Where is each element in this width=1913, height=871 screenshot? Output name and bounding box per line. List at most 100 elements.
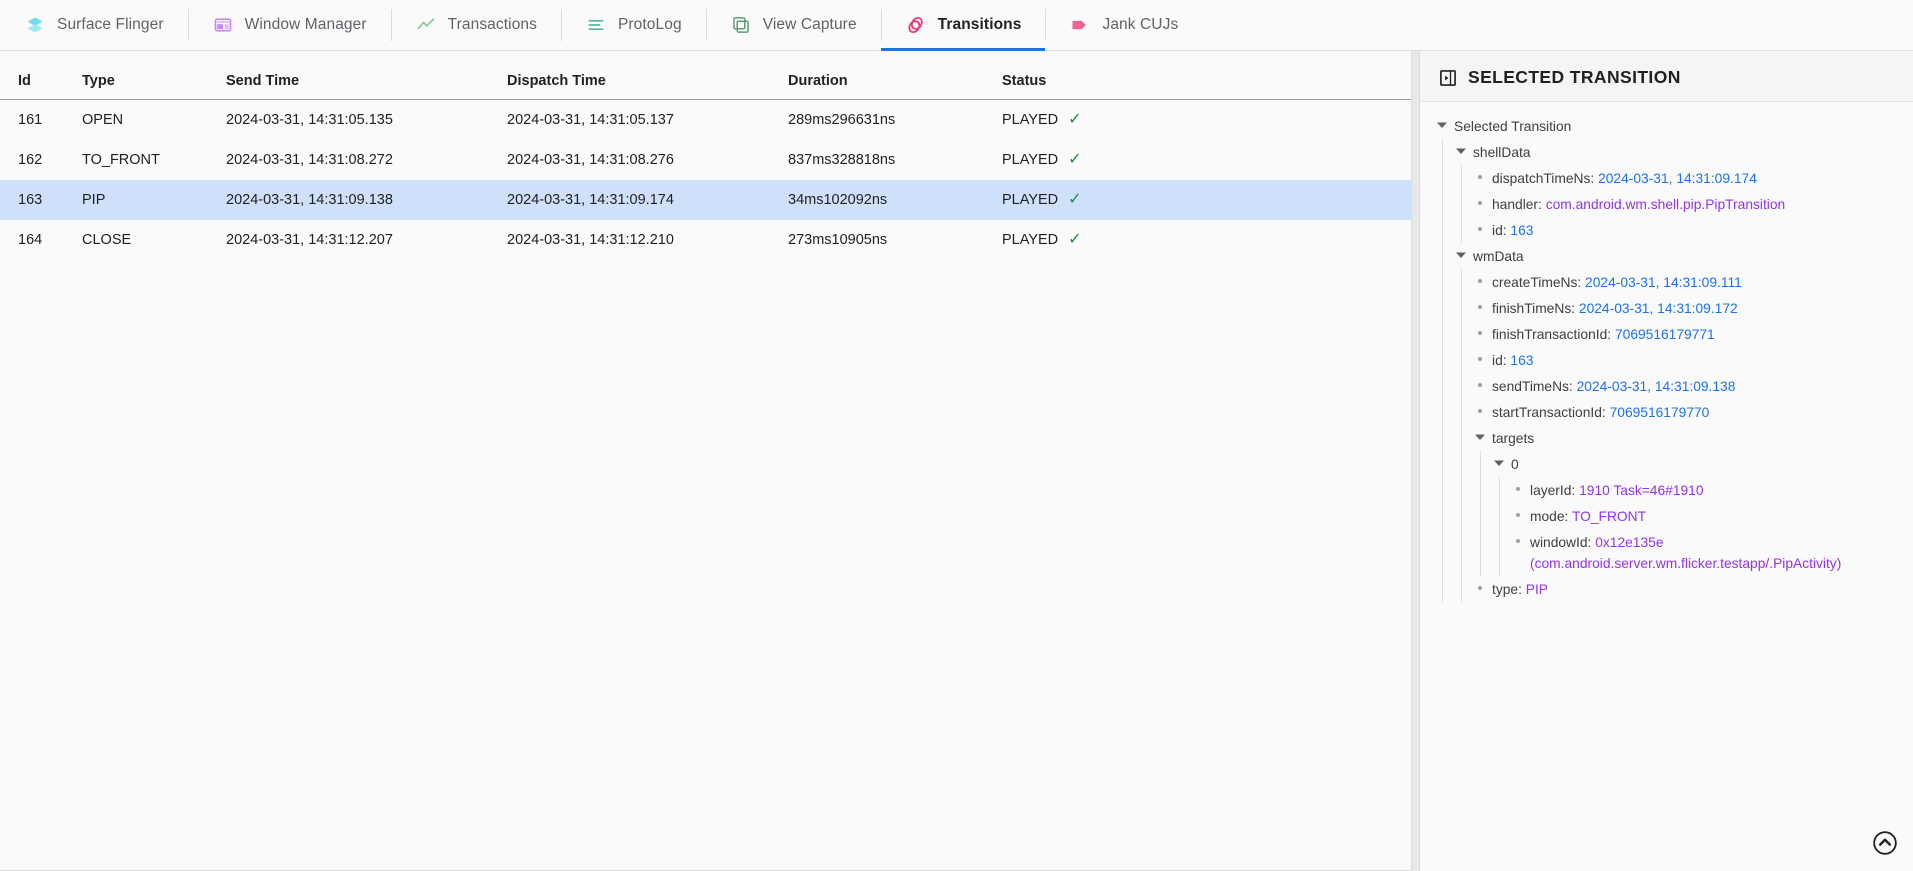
chevron-down-icon[interactable]	[1474, 429, 1486, 446]
tab-label: View Capture	[763, 16, 857, 34]
check-icon: ✓	[1068, 112, 1081, 128]
tab-transactions[interactable]: Transactions	[391, 0, 561, 50]
property-value[interactable]: 2024-03-31, 14:31:09.174	[1598, 171, 1757, 186]
column-header-type[interactable]: Type	[82, 51, 226, 100]
tab-protolog[interactable]: ProtoLog	[561, 0, 706, 50]
property-key: sendTimeNs:	[1492, 379, 1573, 394]
property-key: mode:	[1530, 509, 1568, 524]
property-key: type:	[1492, 582, 1522, 597]
tab-surface-flinger[interactable]: Surface Flinger	[0, 0, 188, 50]
property-value[interactable]: com.android.wm.shell.pip.PipTransition	[1546, 197, 1786, 212]
tree-leaf-starttransactionid[interactable]: startTransactionId: 7069516179770	[1474, 399, 1903, 425]
chevron-down-icon[interactable]	[1493, 455, 1505, 472]
tree-leaf-handler[interactable]: handler: com.android.wm.shell.pip.PipTra…	[1474, 191, 1903, 217]
cell-status: PLAYED ✓	[1002, 140, 1411, 180]
column-header-duration[interactable]: Duration	[788, 51, 1002, 100]
table-body: 161 OPEN 2024-03-31, 14:31:05.135 2024-0…	[0, 100, 1411, 261]
cell-send-time[interactable]: 2024-03-31, 14:31:05.135	[226, 100, 507, 141]
table-row[interactable]: 163 PIP 2024-03-31, 14:31:09.138 2024-03…	[0, 180, 1411, 220]
tree-leaf-layerid[interactable]: layerId: 1910 Task=46#1910	[1512, 477, 1903, 503]
tree-children: createTimeNs: 2024-03-31, 14:31:09.111 f…	[1461, 269, 1903, 602]
tree-leaf-finishtransactionid[interactable]: finishTransactionId: 7069516179771	[1474, 321, 1903, 347]
tab-view-capture[interactable]: View Capture	[706, 0, 881, 50]
property-key: finishTransactionId:	[1492, 327, 1611, 342]
bullet-icon	[1512, 507, 1524, 524]
tree-node-header[interactable]: shellData	[1455, 139, 1903, 165]
tab-label: Transactions	[448, 16, 537, 34]
list-lines-icon	[585, 14, 607, 36]
property-value[interactable]: 2024-03-31, 14:31:09.138	[1577, 379, 1736, 394]
property-value[interactable]: 7069516179770	[1610, 405, 1710, 420]
table-row[interactable]: 162 TO_FRONT 2024-03-31, 14:31:08.272 20…	[0, 140, 1411, 180]
property-value[interactable]: 163	[1510, 353, 1533, 368]
table-row[interactable]: 161 OPEN 2024-03-31, 14:31:05.135 2024-0…	[0, 100, 1411, 141]
cell-dispatch-time[interactable]: 2024-03-31, 14:31:12.210	[507, 220, 788, 260]
property-value[interactable]: 163	[1510, 223, 1533, 238]
transitions-table: Id Type Send Time Dispatch Time Duration…	[0, 51, 1411, 260]
property-value[interactable]: TO_FRONT	[1572, 509, 1646, 524]
cell-send-time[interactable]: 2024-03-31, 14:31:12.207	[226, 220, 507, 260]
page-title: SELECTED TRANSITION	[1468, 67, 1681, 88]
column-header-status[interactable]: Status	[1002, 51, 1411, 100]
tab-transitions[interactable]: Transitions	[881, 0, 1046, 50]
tree-node-target-0: 0 layerId: 1910 Ta	[1493, 451, 1903, 576]
tree-leaf-finishtimens[interactable]: finishTimeNs: 2024-03-31, 14:31:09.172	[1474, 295, 1903, 321]
tree-node-selected-transition: Selected Transition shellData	[1436, 113, 1903, 602]
tree-node-header[interactable]: wmData	[1455, 243, 1903, 269]
chevron-down-icon[interactable]	[1455, 247, 1467, 264]
copy-frames-icon	[730, 14, 752, 36]
tree-node-header[interactable]: 0	[1493, 451, 1903, 477]
column-header-id[interactable]: Id	[0, 51, 82, 100]
table-row[interactable]: 164 CLOSE 2024-03-31, 14:31:12.207 2024-…	[0, 220, 1411, 260]
cell-send-time[interactable]: 2024-03-31, 14:31:08.272	[226, 140, 507, 180]
tree-leaf-createtimens[interactable]: createTimeNs: 2024-03-31, 14:31:09.111	[1474, 269, 1903, 295]
tag-icon	[1069, 14, 1091, 36]
tab-jank-cujs[interactable]: Jank CUJs	[1045, 0, 1202, 50]
tree-leaf-id[interactable]: id: 163	[1474, 217, 1903, 243]
property-value[interactable]: PIP	[1526, 582, 1548, 597]
property-key: id:	[1492, 223, 1507, 238]
table-header-row: Id Type Send Time Dispatch Time Duration…	[0, 51, 1411, 100]
chevron-down-icon[interactable]	[1436, 117, 1448, 134]
collapse-panel-icon[interactable]	[1438, 68, 1458, 88]
tree-leaf-dispatchtimens[interactable]: dispatchTimeNs: 2024-03-31, 14:31:09.174	[1474, 165, 1903, 191]
tree-leaf-type[interactable]: type: PIP	[1474, 576, 1903, 602]
property-key: startTransactionId:	[1492, 405, 1606, 420]
tree-leaf-windowid[interactable]: windowId: 0x12e135e (com.android.server.…	[1512, 529, 1903, 576]
column-header-dispatch-time[interactable]: Dispatch Time	[507, 51, 788, 100]
cell-dispatch-time[interactable]: 2024-03-31, 14:31:05.137	[507, 100, 788, 141]
property-key: windowId:	[1530, 535, 1591, 550]
property-value[interactable]: 7069516179771	[1615, 327, 1715, 342]
tree-node-header[interactable]: Selected Transition	[1436, 113, 1903, 139]
cell-duration: 837ms328818ns	[788, 140, 1002, 180]
tab-label: ProtoLog	[618, 16, 682, 34]
tree-leaf-id[interactable]: id: 163	[1474, 347, 1903, 373]
tab-window-manager[interactable]: Window Manager	[188, 0, 391, 50]
main-tab-bar: Surface Flinger Window Manager Transacti…	[0, 0, 1913, 51]
cell-dispatch-time[interactable]: 2024-03-31, 14:31:09.174	[507, 180, 788, 220]
tree-node-wmdata: wmData createTimeNs: 2024-03-31, 14:31:0…	[1455, 243, 1903, 602]
tab-label: Window Manager	[245, 16, 367, 34]
scroll-to-top-button[interactable]	[1865, 823, 1905, 863]
tree-leaf-mode[interactable]: mode: TO_FRONT	[1512, 503, 1903, 529]
property-value[interactable]: 2024-03-31, 14:31:09.172	[1579, 301, 1738, 316]
property-value[interactable]: 1910 Task=46#1910	[1579, 483, 1703, 498]
property-key: id:	[1492, 353, 1507, 368]
tab-label: Surface Flinger	[57, 16, 164, 34]
cell-type: TO_FRONT	[82, 140, 226, 180]
status-badge: PLAYED	[1002, 192, 1058, 208]
tree-node-header[interactable]: targets	[1474, 425, 1903, 451]
column-header-send-time[interactable]: Send Time	[226, 51, 507, 100]
cell-send-time[interactable]: 2024-03-31, 14:31:09.138	[226, 180, 507, 220]
cell-duration: 34ms102092ns	[788, 180, 1002, 220]
tree-leaf-sendtimens[interactable]: sendTimeNs: 2024-03-31, 14:31:09.138	[1474, 373, 1903, 399]
status-badge: PLAYED	[1002, 152, 1058, 168]
cell-dispatch-time[interactable]: 2024-03-31, 14:31:08.276	[507, 140, 788, 180]
bullet-icon	[1474, 221, 1486, 238]
bullet-icon	[1474, 403, 1486, 420]
bullet-icon	[1512, 481, 1524, 498]
property-value[interactable]: 2024-03-31, 14:31:09.111	[1585, 275, 1742, 290]
bullet-icon	[1474, 377, 1486, 394]
tree-children: shellData dispatchTimeNs: 2024-03-31, 14…	[1442, 139, 1903, 602]
chevron-down-icon[interactable]	[1455, 143, 1467, 160]
